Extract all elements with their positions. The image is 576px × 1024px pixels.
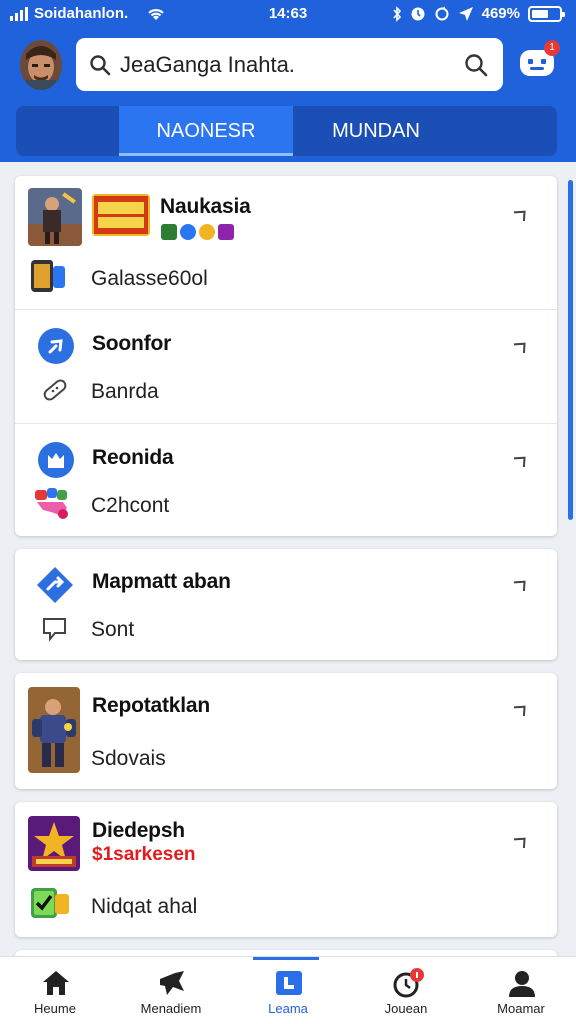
item-subtitle: Sdovais — [91, 747, 166, 770]
avatar[interactable] — [20, 40, 62, 90]
clock-icon — [393, 968, 424, 998]
avatar-image — [20, 40, 62, 90]
item-title: Naukasia — [160, 195, 251, 218]
bluetooth-icon — [393, 5, 401, 22]
item-subtitle: Galasse60ol — [91, 267, 208, 290]
app-header: Soidahanlon. 14:63 469% JeaGanga Inahta. — [0, 0, 576, 162]
chevron-right-icon[interactable] — [511, 447, 531, 467]
list-item-diedepsh[interactable]: Diedepsh $1sarkesen Nidqat ahal — [15, 802, 557, 937]
nav-item-jouean[interactable]: Jouean — [356, 957, 456, 1024]
battery-icon — [528, 5, 565, 22]
app-small-icon — [31, 260, 65, 292]
rating-icons — [161, 224, 234, 240]
castle-icon — [38, 442, 74, 478]
notifications-button[interactable]: 1 — [518, 40, 560, 80]
list-item-repotatklan[interactable]: Repotatklan Sdovais — [15, 673, 557, 789]
tag-icon-blue — [180, 224, 196, 240]
chevron-right-icon[interactable] — [511, 696, 531, 716]
chevron-right-icon[interactable] — [511, 571, 531, 591]
nav-label: Leama — [268, 1001, 308, 1016]
nav-label: Moamar — [497, 1001, 545, 1016]
search-bar[interactable]: JeaGanga Inahta. — [76, 38, 503, 91]
scrollbar[interactable] — [568, 180, 573, 520]
checkmark-app-icon — [31, 888, 69, 918]
comment-icon — [43, 618, 66, 642]
home-icon — [43, 971, 69, 995]
library-icon — [276, 971, 302, 995]
battery-percent: 469% — [481, 5, 520, 22]
chevron-right-icon[interactable] — [511, 333, 531, 353]
search-input[interactable]: JeaGanga Inahta. — [120, 52, 463, 78]
item-subtitle: Sont — [91, 618, 135, 641]
list-item-mapmatt[interactable]: Mapmatt aban Sont — [15, 549, 557, 660]
tag-icon-yellow — [199, 224, 215, 240]
nav-item-heume[interactable]: Heume — [5, 957, 105, 1024]
item-subtitle: Nidqat ahal — [91, 895, 198, 918]
navigation-arrow-icon — [38, 328, 74, 364]
nav-label: Jouean — [384, 1001, 428, 1016]
tab-bar: NAONESR MUNDAN — [16, 106, 557, 156]
search-submit-icon[interactable] — [463, 52, 489, 78]
game-thumbnail — [28, 188, 82, 246]
game-logo — [28, 816, 80, 871]
status-bar: Soidahanlon. 14:63 469% — [0, 0, 576, 30]
colorful-app-icon — [35, 488, 68, 519]
list-item-naukasia[interactable]: Naukasia Galasse60ol — [15, 176, 557, 310]
item-title: Soonfor — [92, 332, 172, 355]
search-icon — [90, 54, 111, 75]
item-title: Mapmatt aban — [92, 570, 231, 593]
notification-badge: 1 — [544, 40, 560, 56]
item-title: Reonida — [92, 446, 174, 469]
chevron-right-icon[interactable] — [511, 828, 531, 848]
card-group-2: Mapmatt aban Sont — [15, 549, 557, 660]
tag-icon-purple — [218, 224, 234, 240]
chevron-right-icon[interactable] — [511, 201, 531, 221]
nav-label: Menadiem — [140, 1001, 202, 1016]
card-group-1: Naukasia Galasse60ol Soonfor Banrda Reon… — [15, 176, 557, 536]
nav-item-moamar[interactable]: Moamar — [471, 957, 571, 1024]
location-icon — [458, 6, 473, 21]
sync-icon — [435, 6, 449, 20]
item-title: Diedepsh — [92, 819, 185, 842]
item-subtitle: C2hcont — [91, 494, 170, 517]
list-item-reonida[interactable]: Reonida C2hcont — [15, 424, 557, 536]
megaphone-icon — [160, 971, 184, 995]
tab-naonesr[interactable]: NAONESR — [119, 106, 293, 156]
item-subtitle: Banrda — [91, 380, 159, 403]
game-thumbnail — [28, 687, 80, 773]
tab-mundan[interactable]: MUNDAN — [306, 106, 446, 156]
person-icon — [509, 971, 535, 997]
directions-icon — [37, 567, 73, 603]
bottom-navigation: Heume Menadiem Leama Jouean Moamar — [0, 956, 576, 1024]
nav-item-menadiem[interactable]: Menadiem — [121, 957, 221, 1024]
card-group-3: Repotatklan Sdovais — [15, 673, 557, 789]
list-item-soonfor[interactable]: Soonfor Banrda — [15, 310, 557, 423]
game-logo — [92, 194, 150, 236]
nav-item-leama[interactable]: Leama — [238, 957, 338, 1024]
item-price: $1sarkesen — [92, 844, 196, 865]
nav-label: Heume — [34, 1001, 76, 1016]
bandage-icon — [43, 379, 67, 401]
alarm-icon — [411, 7, 425, 20]
item-title: Repotatklan — [92, 694, 210, 717]
tag-icon-green — [161, 224, 177, 240]
card-group-4: Diedepsh $1sarkesen Nidqat ahal — [15, 802, 557, 937]
